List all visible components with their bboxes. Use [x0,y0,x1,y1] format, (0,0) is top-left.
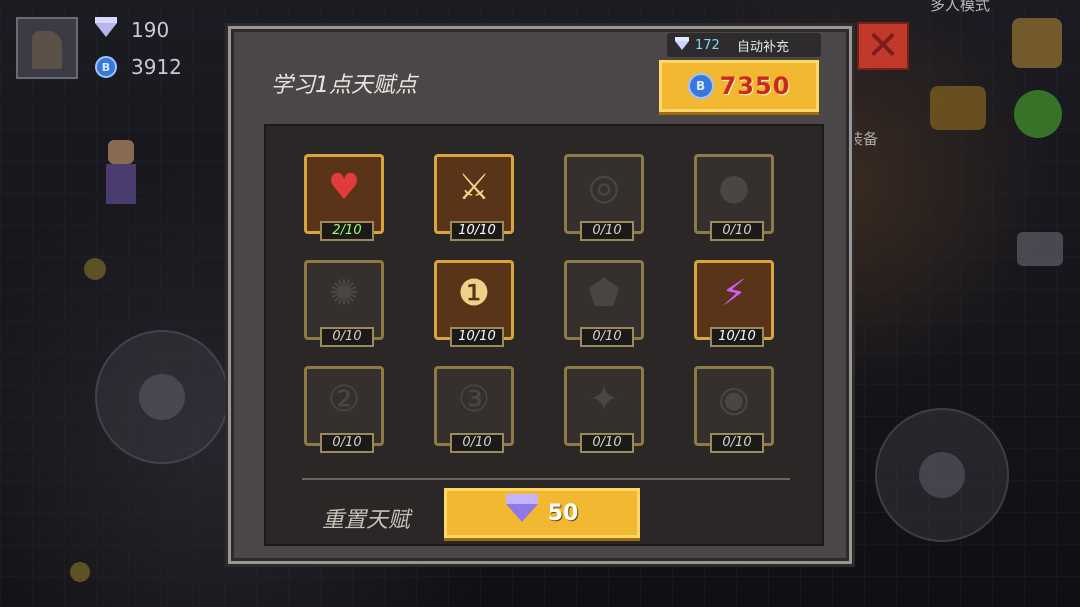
auto-refill-label: 自动补充 [737,39,790,55]
talent-slot[interactable]: ✦ 0/10 [564,366,644,453]
coin-count: 3912 [131,55,182,79]
talent-slot[interactable]: ♥ 2/10 [304,154,384,241]
talent-level: 10/10 [450,221,504,241]
talent-slot[interactable]: ③ 0/10 [434,366,514,453]
gem-icon [95,17,117,37]
close-button[interactable]: ✕ [857,22,909,70]
equipment-label: 装备 [848,130,879,148]
coin-cost: 7350 [719,72,791,100]
talent-level: 0/10 [320,433,374,453]
power-icon[interactable] [1012,18,1062,68]
talent-slot[interactable]: ⬟ 0/10 [564,260,644,347]
player-avatar[interactable] [16,17,78,79]
talent-level: 0/10 [710,221,764,241]
talent-slot[interactable]: ◎ 0/10 [564,154,644,241]
move-joystick[interactable] [95,330,229,464]
reset-label: 重置天赋 [322,508,411,533]
medal-icon: ❶ [457,273,491,315]
emote-icon[interactable] [1014,90,1062,138]
talent-panel: ♥ 2/10 ⚔ 10/10 ◎ 0/10 ● 0/10 ✺ 0/10 ❶ 10/10 ⬟ 0/10 ⚡ 10… [264,124,824,546]
reset-cost: 50 [547,500,579,526]
talent-slot[interactable]: ⚔ 10/10 [434,154,514,241]
talent-level: 0/10 [580,221,634,241]
coin-stat: B 3912 [95,55,182,79]
talent-slot[interactable]: ② 0/10 [304,366,384,453]
talent-slot[interactable]: ✺ 0/10 [304,260,384,347]
coin-icon: B [687,73,714,99]
number-two-icon: ② [327,379,361,421]
chat-icon[interactable] [1017,232,1063,266]
talent-level: 0/10 [450,433,504,453]
divider [302,478,790,480]
chat-bubble-icon [919,452,965,498]
lightning-icon: ⚡ [721,273,747,315]
talent-level: 0/10 [710,433,764,453]
talent-slot[interactable]: ◉ 0/10 [694,366,774,453]
coin-icon: B [95,56,117,78]
joystick-knob[interactable] [139,374,185,420]
sparkle-icon: ✦ [588,379,620,421]
chest-icon[interactable] [930,86,986,130]
glow-orb [70,562,90,582]
gem-stat: 190 [95,17,170,42]
player-character [98,140,144,210]
gem-icon [675,36,689,50]
talent-grid: ♥ 2/10 ⚔ 10/10 ◎ 0/10 ● 0/10 ✺ 0/10 ❶ 10/10 ⬟ 0/10 ⚡ 10… [304,154,774,453]
attack-button[interactable] [875,408,1009,542]
learn-cost-button[interactable]: B 7350 [659,60,819,112]
drop-icon: ● [718,167,750,209]
number-three-icon: ③ [457,379,491,421]
talent-slot[interactable]: ● 0/10 [694,154,774,241]
talent-dialog: 172 自动补充 学习1点天赋点 B 7350 ♥ 2/10 ⚔ 10/10 ◎ 0/10… [228,26,852,564]
eye-icon: ◉ [718,379,750,421]
talent-level: 0/10 [580,327,634,347]
swirl-icon: ◎ [588,167,620,209]
orb-icon: ✺ [328,273,360,315]
auto-refill-toggle[interactable]: 172 自动补充 [667,33,821,57]
talent-slot[interactable]: ❶ 10/10 [434,260,514,347]
talent-level: 2/10 [320,221,374,241]
auto-refill-count: 172 [695,37,720,53]
talent-level: 0/10 [320,327,374,347]
shield-icon: ⬟ [588,273,620,315]
gem-icon [505,494,538,522]
glow-orb [84,258,106,280]
multiplayer-label[interactable]: 多人模式 [930,0,990,15]
talent-level: 10/10 [710,327,764,347]
heart-icon: ♥ [327,167,361,209]
talent-level: 10/10 [450,327,504,347]
reset-talent-button[interactable]: 50 [444,488,640,538]
talent-level: 0/10 [580,433,634,453]
dialog-title: 学习1点天赋点 [271,73,417,98]
talent-slot[interactable]: ⚡ 10/10 [694,260,774,347]
sword-icon: ⚔ [457,167,491,209]
gem-count: 190 [131,18,170,42]
